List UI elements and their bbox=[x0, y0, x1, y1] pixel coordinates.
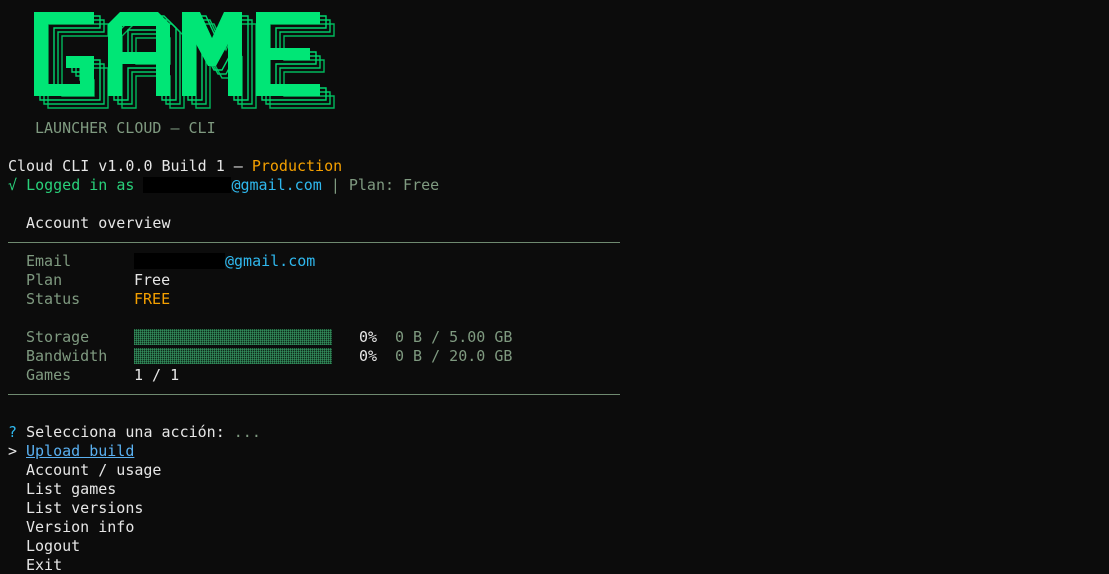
menu-option-exit[interactable]: Exit bbox=[26, 556, 62, 574]
bandwidth-progress-bar bbox=[134, 348, 332, 364]
menu-option-logout[interactable]: Logout bbox=[26, 537, 80, 556]
login-email-domain: @gmail.com bbox=[231, 176, 322, 194]
status-value: FREE bbox=[134, 290, 171, 308]
question-mark-icon: ? bbox=[8, 423, 18, 441]
prompt-question: Selecciona una acción: bbox=[26, 423, 225, 441]
game-logo-art bbox=[34, 12, 335, 109]
account-overview-title: Account overview bbox=[26, 214, 171, 232]
menu-option-version-info[interactable]: Version info bbox=[26, 518, 134, 537]
games-label: Games bbox=[26, 366, 72, 384]
action-prompt: ? Selecciona una acción: ... bbox=[8, 423, 261, 442]
version-text: Cloud CLI v1.0.0 Build 1 — bbox=[8, 157, 252, 175]
plan-label: Plan bbox=[26, 271, 63, 289]
divider-bottom bbox=[8, 394, 620, 395]
check-icon: √ bbox=[8, 176, 18, 194]
menu-option-list-games[interactable]: List games bbox=[26, 480, 116, 499]
version-line: Cloud CLI v1.0.0 Build 1 — Production bbox=[8, 157, 342, 176]
storage-amount: 0 B / 5.00 GB bbox=[395, 328, 513, 346]
menu-option-upload-build[interactable]: Upload build bbox=[26, 442, 134, 461]
games-value: 1 / 1 bbox=[134, 366, 180, 384]
plan-summary: | Plan: Free bbox=[330, 176, 440, 194]
email-domain: @gmail.com bbox=[225, 252, 316, 270]
redacted-email-user bbox=[134, 253, 225, 269]
menu-option-account-usage[interactable]: Account / usage bbox=[26, 461, 161, 480]
game-logo bbox=[24, 4, 354, 116]
environment-label: Production bbox=[251, 157, 343, 175]
logged-in-label: Logged in as bbox=[26, 176, 135, 194]
email-label: Email bbox=[26, 252, 72, 270]
selection-pointer-icon: > bbox=[8, 442, 18, 460]
storage-label: Storage bbox=[26, 328, 90, 346]
bandwidth-label: Bandwidth bbox=[26, 347, 108, 365]
bandwidth-percent: 0% bbox=[359, 347, 378, 365]
storage-progress-bar bbox=[134, 329, 332, 345]
bandwidth-amount: 0 B / 20.0 GB bbox=[395, 347, 513, 365]
logo-subtitle: LAUNCHER CLOUD — CLI bbox=[35, 119, 216, 137]
menu-option-list-versions[interactable]: List versions bbox=[26, 499, 143, 518]
divider-top bbox=[8, 242, 620, 243]
login-status-line: √ Logged in as @gmail.com | Plan: Free bbox=[8, 176, 439, 195]
prompt-hint: ... bbox=[233, 423, 261, 441]
storage-percent: 0% bbox=[359, 328, 378, 346]
plan-value: Free bbox=[134, 271, 171, 289]
status-label: Status bbox=[26, 290, 81, 308]
redacted-email-user bbox=[143, 177, 232, 193]
email-value: @gmail.com bbox=[134, 252, 315, 271]
